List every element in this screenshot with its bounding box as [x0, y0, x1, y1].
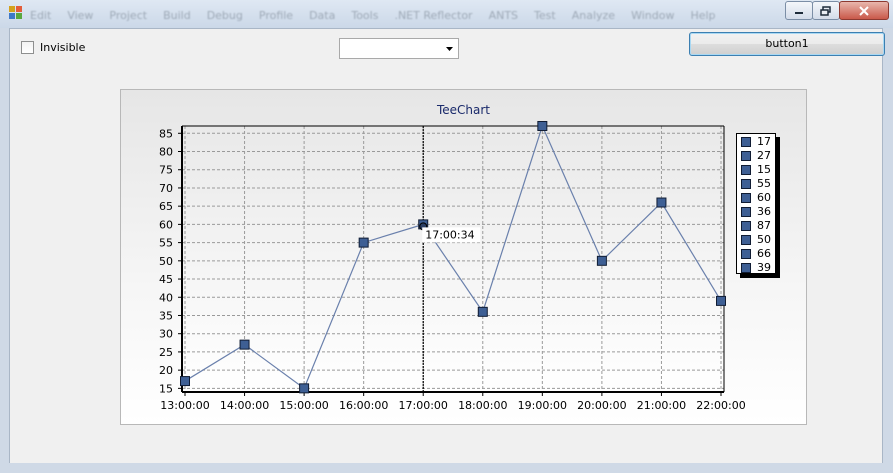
legend-swatch [741, 193, 751, 203]
legend-label: 55 [757, 177, 771, 190]
ghost-menu-item: Build [163, 9, 191, 22]
x-tick-label: 21:00:00 [637, 399, 686, 412]
y-tick-label: 55 [159, 237, 173, 250]
teechart-panel[interactable]: TeeChart 15 20 25 30 35 40 45 50 55 60 65 70 75 80 85 1… [120, 89, 807, 425]
legend-item: 66 [741, 247, 775, 261]
data-point [596, 255, 607, 266]
legend-label: 50 [757, 233, 771, 246]
ghost-menu-item: Edit [30, 9, 52, 22]
legend-swatch [741, 235, 751, 245]
legend-swatch [741, 151, 751, 161]
restore-icon [820, 5, 831, 16]
x-tick-label: 17:00:00 [399, 399, 448, 412]
x-tick-label: 22:00:00 [696, 399, 745, 412]
x-tick-label: 16:00:00 [339, 399, 388, 412]
y-tick-label: 85 [159, 127, 173, 140]
invisible-checkbox[interactable] [21, 41, 34, 54]
data-point [299, 383, 310, 394]
legend-label: 87 [757, 219, 771, 232]
x-tick-label: 19:00:00 [518, 399, 567, 412]
button1[interactable]: button1 [689, 32, 885, 56]
chevron-down-icon [446, 47, 453, 51]
y-tick-label: 25 [159, 346, 173, 359]
y-tick-label: 50 [159, 255, 173, 268]
ghost-menu-item: Analyze [571, 9, 616, 22]
legend-item: 36 [741, 205, 775, 219]
legend-label: 60 [757, 191, 771, 204]
ghost-menu-item: .NET Reflector [394, 9, 473, 22]
y-tick-label: 30 [159, 328, 173, 341]
x-tick-label: 14:00:00 [220, 399, 269, 412]
legend-item: 50 [741, 233, 775, 247]
legend-swatch [741, 137, 751, 147]
y-tick-label: 65 [159, 200, 173, 213]
main-form: Invisible button1 TeeChart 15 20 25 30 35 40 4… [9, 28, 885, 464]
legend-item: 27 [741, 149, 775, 163]
x-tick-label: 13:00:00 [160, 399, 209, 412]
y-tick-label: 60 [159, 218, 173, 231]
y-tick-label: 15 [159, 382, 173, 395]
cursor-tooltip-label: 17:00:34 [425, 228, 474, 241]
legend-swatch [741, 207, 751, 217]
legend-label: 36 [757, 205, 771, 218]
y-tick-label: 40 [159, 291, 173, 304]
data-point [716, 295, 726, 306]
data-point [537, 121, 548, 131]
legend-item: 60 [741, 191, 775, 205]
app-icon [9, 6, 22, 19]
ghost-menu-item: Data [309, 9, 336, 22]
x-tick-label: 20:00:00 [577, 399, 626, 412]
y-tick-label: 45 [159, 273, 173, 286]
y-tick-label: 75 [159, 164, 173, 177]
ghost-menu-item: ANTS [488, 9, 519, 22]
ghost-menu-item: Project [109, 9, 148, 22]
data-point [477, 306, 488, 317]
ghost-menu-item: Debug [206, 9, 243, 22]
y-tick-label: 80 [159, 146, 173, 159]
line-chart[interactable]: 15202530354045505560657075808513:00:00 14… [121, 90, 806, 424]
ghost-menu-item: View [67, 9, 94, 22]
minimize-icon [795, 11, 803, 14]
minimize-button[interactable] [785, 1, 813, 20]
ghost-menu-item: Window [631, 9, 675, 22]
legend-item: 39 [741, 261, 775, 275]
window-bottom-edge [0, 463, 893, 473]
legend-item: 87 [741, 219, 775, 233]
x-tick-label: 18:00:00 [458, 399, 507, 412]
legend-label: 27 [757, 149, 771, 162]
y-tick-label: 20 [159, 364, 173, 377]
data-point [358, 237, 369, 248]
legend-item: 15 [741, 163, 775, 177]
window-title-bar: Edit View Project Build Debug Profile Data Tool… [0, 0, 893, 28]
y-tick-label: 35 [159, 309, 173, 322]
legend-swatch [741, 165, 751, 175]
y-tick-label: 70 [159, 182, 173, 195]
legend-swatch [741, 263, 751, 273]
legend-swatch [741, 179, 751, 189]
legend-label: 39 [757, 261, 771, 274]
legend-item: 55 [741, 177, 775, 191]
ghost-menu-item: Profile [258, 9, 294, 22]
legend-swatch [741, 221, 751, 231]
background-ide-menu: Edit View Project Build Debug Profile Data Tool… [30, 9, 732, 23]
ghost-menu-item: Help [690, 9, 716, 22]
legend-swatch [741, 249, 751, 259]
ghost-menu-item: Test [534, 9, 556, 22]
close-button[interactable] [839, 1, 889, 20]
invisible-checkbox-label[interactable]: Invisible [40, 41, 85, 54]
chart-legend: 17 27 15 55 60 36 87 50 66 39 [736, 133, 776, 274]
restore-button[interactable] [812, 1, 840, 20]
data-point [239, 339, 250, 350]
ghost-menu-item: Tools [351, 9, 379, 22]
legend-label: 15 [757, 163, 771, 176]
data-point [180, 376, 190, 387]
close-icon [859, 5, 869, 16]
legend-item: 17 [741, 135, 775, 149]
x-tick-label: 15:00:00 [279, 399, 328, 412]
data-point [656, 197, 667, 208]
legend-label: 17 [757, 135, 771, 148]
legend-label: 66 [757, 247, 771, 260]
series-dropdown[interactable] [339, 38, 459, 59]
